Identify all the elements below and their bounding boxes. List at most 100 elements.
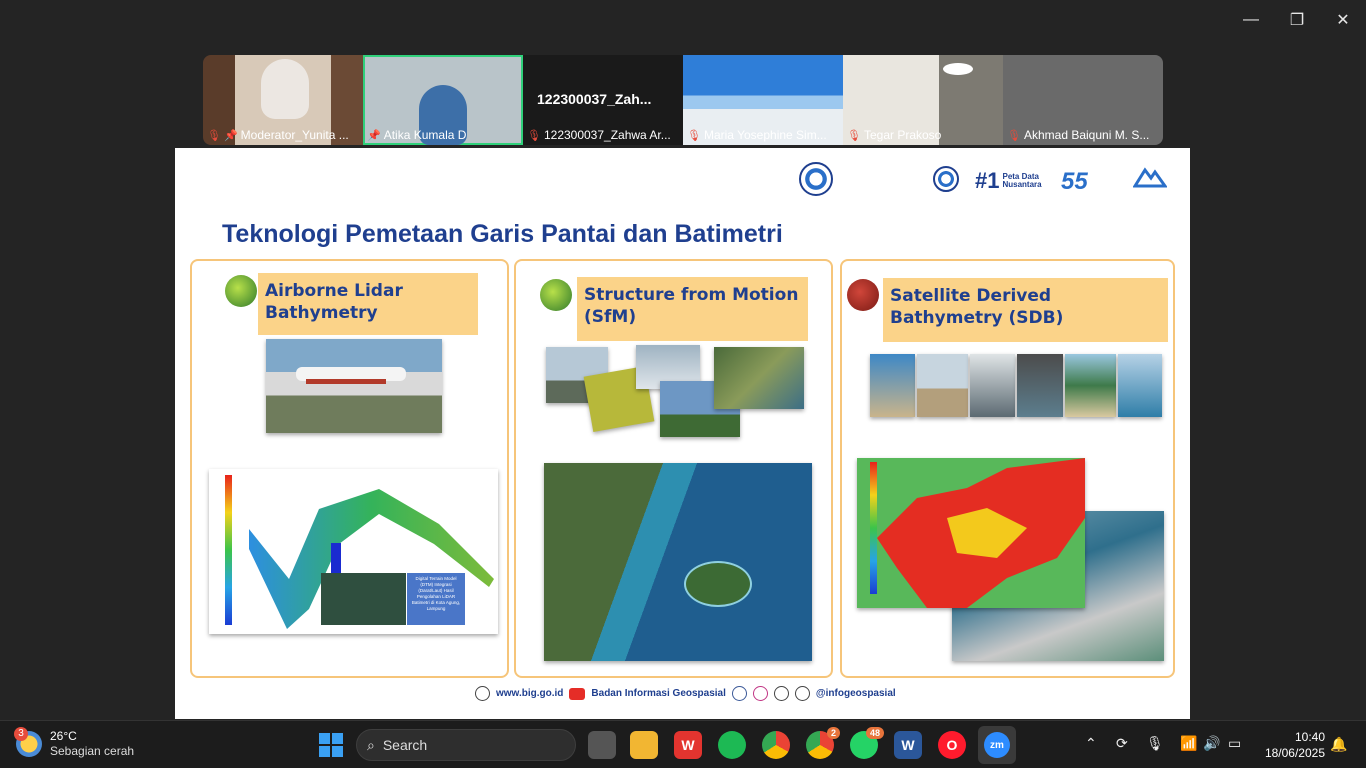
zoom-icon: zm <box>984 732 1010 758</box>
participant-name: 122300037_Zahwa Ar... <box>543 128 671 142</box>
inset-map <box>321 573 406 625</box>
participant-display-name: 122300037_Zah... <box>537 91 652 107</box>
battery-icon[interactable]: ▭ <box>1228 735 1241 752</box>
task-view-icon[interactable] <box>588 731 616 759</box>
anniversary-logo: 55 <box>1061 168 1088 195</box>
participant-name: Moderator_Yunita ... <box>240 128 349 142</box>
sdb-depth-map <box>857 458 1085 608</box>
mic-off-icon: 🎙 <box>527 129 541 142</box>
survey-photo <box>1065 354 1116 417</box>
restore-button[interactable]: ❐ <box>1285 8 1309 32</box>
panel-sdb: Satellite Derived Bathymetry (SDB) <box>840 259 1175 678</box>
chrome-icon[interactable]: 2 <box>806 727 840 759</box>
minimize-button[interactable]: — <box>1239 8 1263 32</box>
file-explorer-icon[interactable] <box>630 731 658 759</box>
website-link[interactable]: www.big.go.id <box>496 688 563 699</box>
participant-tile[interactable]: 🎙 Maria Yosephine Sim... <box>683 55 843 145</box>
clock-date: 18/06/2025 <box>1264 746 1325 760</box>
notification-badge: 2 <box>826 727 840 739</box>
participant-tile[interactable]: 🎙 Akhmad Baiquni M. S... <box>1003 55 1163 145</box>
participant-name: Tegar Prakoso <box>863 128 942 142</box>
slide-title: Teknologi Pemetaan Garis Pantai dan Bati… <box>222 220 783 248</box>
survey-photo <box>870 354 915 417</box>
mic-icon[interactable]: 🎙 <box>1146 735 1164 752</box>
panel-title: Airborne Lidar Bathymetry <box>258 273 478 335</box>
aerial-photo <box>714 347 804 409</box>
shared-slide: #1 Peta Data Nusantara 55 Teknologi Peme… <box>175 148 1190 719</box>
globe-badge-icon <box>225 275 257 307</box>
participant-tile[interactable]: 🎙 📌 Moderator_Yunita ... <box>203 55 363 145</box>
volume-icon[interactable]: 🔊 <box>1203 735 1220 752</box>
notification-bell-icon[interactable]: 🔔 <box>1330 736 1347 753</box>
word-icon[interactable]: W <box>894 731 922 759</box>
big-logo <box>799 162 833 196</box>
mic-off-icon: 🎙 <box>1007 129 1021 142</box>
rank-text: Peta Data Nusantara <box>1002 172 1042 189</box>
arrow-up-icon <box>331 543 341 573</box>
ceiling-light <box>943 63 973 75</box>
survey-photo <box>917 354 968 417</box>
tiktok-icon <box>794 686 810 701</box>
participant-tile-active[interactable]: 📌 Atika Kumala D <box>363 55 523 145</box>
clock-time: 10:40 <box>1294 730 1325 744</box>
survey-photo <box>970 354 1015 417</box>
search-icon: ⌕ <box>367 736 375 753</box>
participant-video <box>261 59 309 119</box>
depth-shape <box>877 458 1085 608</box>
channel-name: Badan Informasi Geospasial <box>591 688 726 699</box>
system-clock[interactable]: 10:40 18/06/2025 <box>1259 729 1325 761</box>
pin-icon: 📌 <box>223 129 238 142</box>
wps-office-icon[interactable]: W <box>674 731 702 759</box>
opera-icon[interactable]: O <box>938 731 966 759</box>
survey-photo <box>1118 354 1162 417</box>
survey-photo <box>1017 354 1063 417</box>
panel-sfm: Structure from Motion (SfM) <box>514 259 833 678</box>
search-box[interactable]: ⌕ Search <box>356 729 576 761</box>
weather-desc: Sebagian cerah <box>50 744 135 758</box>
weather-temp: 26°C <box>50 729 77 743</box>
participant-name: Akhmad Baiquni M. S... <box>1023 128 1150 142</box>
participant-name: Atika Kumala D <box>383 128 467 142</box>
wifi-icon[interactable]: 📶 <box>1180 735 1197 752</box>
panel-title: Satellite Derived Bathymetry (SDB) <box>883 278 1168 342</box>
participant-strip: 🎙 📌 Moderator_Yunita ... 📌 Atika Kumala D 1… <box>203 55 1163 145</box>
panel-title: Structure from Motion (SfM) <box>577 277 808 341</box>
rank-number: #1 <box>975 168 1000 193</box>
pin-icon: 📌 <box>367 129 381 142</box>
peta-data-logo: #1 Peta Data Nusantara <box>975 168 1048 194</box>
instagram-icon <box>752 686 768 701</box>
globe-icon <box>475 686 490 701</box>
whatsapp-icon[interactable]: 48 <box>850 727 884 759</box>
coastal-aerial-map <box>544 463 812 661</box>
weather-badge: 3 <box>14 727 28 741</box>
participant-tile[interactable]: 122300037_Zah... 🎙 122300037_Zahwa Ar... <box>523 55 683 145</box>
slide-footer: www.big.go.id Badan Informasi Geospasial… <box>475 686 896 701</box>
taskbar: 3 26°C Sebagian cerah ⌕ Search W 2 48 W … <box>0 720 1366 768</box>
youtube-icon <box>569 687 586 700</box>
weather-icon: 3 <box>14 727 42 757</box>
close-button[interactable]: ✕ <box>1331 8 1355 32</box>
social-handle: @infogeospasial <box>815 688 896 699</box>
participant-name: Maria Yosephine Sim... <box>703 128 827 142</box>
start-button[interactable] <box>319 733 343 757</box>
globe-badge-icon <box>540 279 572 311</box>
notification-badge: 48 <box>865 727 884 739</box>
dtm-map-figure: Digital Terrain Model (DTM) Integrasi (D… <box>209 469 498 634</box>
participant-tile[interactable]: 🎙 Tegar Prakoso <box>843 55 1003 145</box>
globe-badge-icon <box>847 279 879 311</box>
zoom-taskbar-button[interactable]: zm <box>978 726 1016 764</box>
x-icon <box>773 686 789 701</box>
sync-icon[interactable]: ⟳ <box>1116 735 1128 752</box>
mic-off-icon: 🎙 <box>207 129 221 142</box>
aircraft-photo <box>266 339 442 433</box>
chevron-up-icon[interactable]: ⌃ <box>1085 735 1097 752</box>
chrome-profile-icon[interactable] <box>762 731 790 759</box>
facebook-icon <box>731 686 747 701</box>
panel-airborne-lidar: Airborne Lidar Bathymetry Digital Terrai… <box>190 259 509 678</box>
mic-off-icon: 🎙 <box>687 129 701 142</box>
spotify-icon[interactable] <box>718 731 746 759</box>
island <box>684 561 752 607</box>
badan-informasi-logo <box>933 166 959 192</box>
mountain-logo <box>1132 164 1168 190</box>
weather-widget[interactable]: 3 26°C Sebagian cerah <box>14 727 135 759</box>
